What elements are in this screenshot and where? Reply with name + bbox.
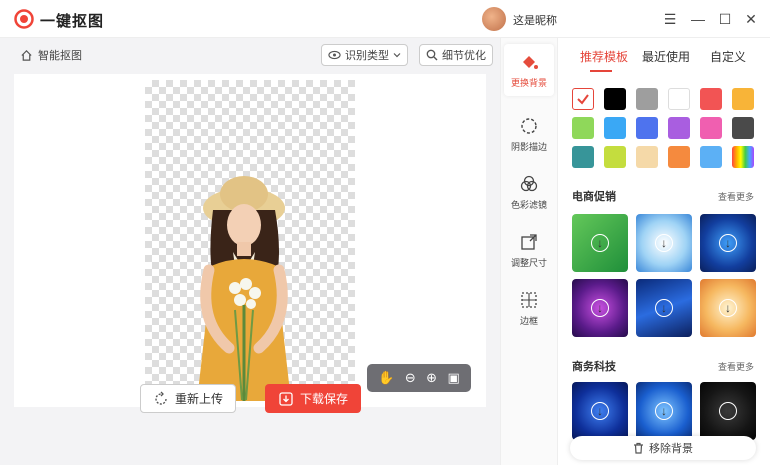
section-title-ecommerce: 电商促销: [572, 191, 616, 203]
template-thumb[interactable]: ↓: [700, 214, 756, 272]
download-save-button[interactable]: 下载保存: [265, 384, 361, 413]
template-thumb[interactable]: ↓: [572, 382, 628, 440]
download-icon: ↓: [591, 402, 609, 420]
tab-recommended[interactable]: 推荐模板: [580, 48, 628, 65]
recognize-type-dropdown[interactable]: 识别类型: [321, 44, 408, 66]
download-label: 下载保存: [299, 392, 348, 406]
pan-hand-icon[interactable]: ✋: [378, 370, 394, 386]
color-swatch[interactable]: [700, 88, 722, 110]
minimize-icon[interactable]: —: [688, 9, 708, 29]
app-logo-icon: [14, 9, 34, 29]
color-swatch[interactable]: [604, 146, 626, 168]
template-thumb[interactable]: ↓: [572, 214, 628, 272]
template-thumb[interactable]: ↓: [700, 279, 756, 337]
color-swatch[interactable]: [572, 146, 594, 168]
detail-optimize-button[interactable]: 细节优化: [419, 44, 493, 66]
color-swatch[interactable]: [636, 146, 658, 168]
shadow-icon: [521, 117, 537, 134]
rail-item-shadow-stroke[interactable]: 阴影描边: [504, 108, 554, 160]
download-icon: ↓: [591, 234, 609, 252]
zoom-toolbar: ✋ ⊖ ⊕ ▣: [367, 364, 471, 392]
color-swatch[interactable]: [636, 88, 658, 110]
recognize-type-label: 识别类型: [345, 50, 389, 62]
editor-panel: 智能抠图 识别类型 细节优化 ✋ ⊖ ⊕ ▣: [0, 38, 500, 465]
template-thumb[interactable]: ↓: [636, 279, 692, 337]
template-thumb[interactable]: ↓: [700, 382, 756, 440]
color-swatch[interactable]: [636, 117, 658, 139]
rail-label: 调整尺寸: [510, 257, 547, 268]
rail-label: 阴影描边: [510, 141, 547, 152]
download-icon: ↓: [655, 402, 673, 420]
fit-screen-icon[interactable]: ▣: [447, 370, 459, 386]
trash-icon: [634, 442, 643, 454]
color-swatch[interactable]: [732, 146, 754, 168]
image-canvas[interactable]: ✋ ⊖ ⊕ ▣: [14, 74, 486, 407]
rail-item-change-background[interactable]: 更换背景: [504, 44, 554, 96]
rail-label: 更换背景: [510, 77, 547, 88]
download-icon: ↓: [655, 299, 673, 317]
remove-background-button[interactable]: 移除背景: [570, 436, 756, 460]
see-more-ecommerce[interactable]: 查看更多: [718, 190, 754, 203]
zoom-out-icon[interactable]: ⊖: [405, 370, 416, 386]
template-panel: 推荐模板 最近使用 自定义 电商促销 查看更多 ↓ ↓ ↓ ↓ ↓ ↓ 商务科技…: [558, 38, 770, 465]
close-icon[interactable]: ✕: [741, 9, 761, 29]
transparent-background: [145, 80, 355, 401]
magnifier-icon: [426, 49, 438, 61]
color-swatch[interactable]: [572, 117, 594, 139]
remove-background-label: 移除背景: [649, 443, 693, 455]
detail-optimize-label: 细节优化: [442, 50, 486, 62]
tab-recent[interactable]: 最近使用: [642, 48, 690, 65]
active-tab-indicator: [590, 70, 612, 72]
see-more-business-tech[interactable]: 查看更多: [718, 360, 754, 373]
avatar[interactable]: [482, 7, 506, 31]
checkmark-icon: [577, 94, 589, 105]
chevron-down-icon: [393, 53, 401, 58]
rail-item-color-filter[interactable]: 色彩滤镜: [504, 166, 554, 218]
maximize-icon[interactable]: ☐: [715, 9, 735, 29]
home-icon: [21, 49, 32, 61]
menu-icon[interactable]: ☰: [660, 9, 680, 29]
color-swatch[interactable]: [700, 117, 722, 139]
download-icon: ↓: [719, 402, 737, 420]
reupload-button[interactable]: 重新上传: [140, 384, 236, 413]
rail-label: 边框: [519, 315, 538, 326]
download-icon: ↓: [591, 299, 609, 317]
color-swatch[interactable]: [732, 117, 754, 139]
user-name[interactable]: 这是昵称: [513, 12, 557, 28]
reupload-label: 重新上传: [174, 392, 223, 406]
feature-rail: 更换背景 阴影描边 色彩滤镜 调整尺寸 边框: [500, 38, 558, 465]
color-swatch[interactable]: [604, 88, 626, 110]
color-filter-icon: [520, 175, 538, 191]
zoom-in-icon[interactable]: ⊕: [426, 370, 437, 386]
download-icon: [279, 391, 293, 406]
color-swatch[interactable]: [668, 146, 690, 168]
color-swatch[interactable]: [700, 146, 722, 168]
color-swatch[interactable]: [604, 117, 626, 139]
template-thumb[interactable]: ↓: [636, 214, 692, 272]
title-bar: 一键抠图 这是昵称 ☰ — ☐ ✕: [0, 0, 770, 38]
download-icon: ↓: [719, 234, 737, 252]
template-thumb[interactable]: ↓: [636, 382, 692, 440]
eye-icon: [328, 50, 341, 60]
resize-icon: [521, 233, 537, 250]
rail-item-border[interactable]: 边框: [504, 282, 554, 334]
breadcrumb-label: 智能抠图: [38, 50, 82, 62]
color-swatch[interactable]: [732, 88, 754, 110]
color-swatch[interactable]: [668, 88, 690, 110]
color-swatch[interactable]: [572, 88, 594, 110]
section-title-business-tech: 商务科技: [572, 361, 616, 373]
breadcrumb[interactable]: 智能抠图: [20, 47, 82, 63]
rail-item-resize[interactable]: 调整尺寸: [504, 224, 554, 276]
paint-bucket-icon: [523, 55, 538, 69]
refresh-icon: [155, 391, 167, 405]
border-icon: [521, 291, 537, 308]
download-icon: ↓: [655, 234, 673, 252]
app-title: 一键抠图: [40, 13, 105, 30]
download-icon: ↓: [719, 299, 737, 317]
template-thumb[interactable]: ↓: [572, 279, 628, 337]
color-swatch[interactable]: [668, 117, 690, 139]
tab-custom[interactable]: 自定义: [710, 48, 746, 65]
rail-label: 色彩滤镜: [510, 199, 547, 210]
cutout-person-image: [197, 176, 291, 401]
